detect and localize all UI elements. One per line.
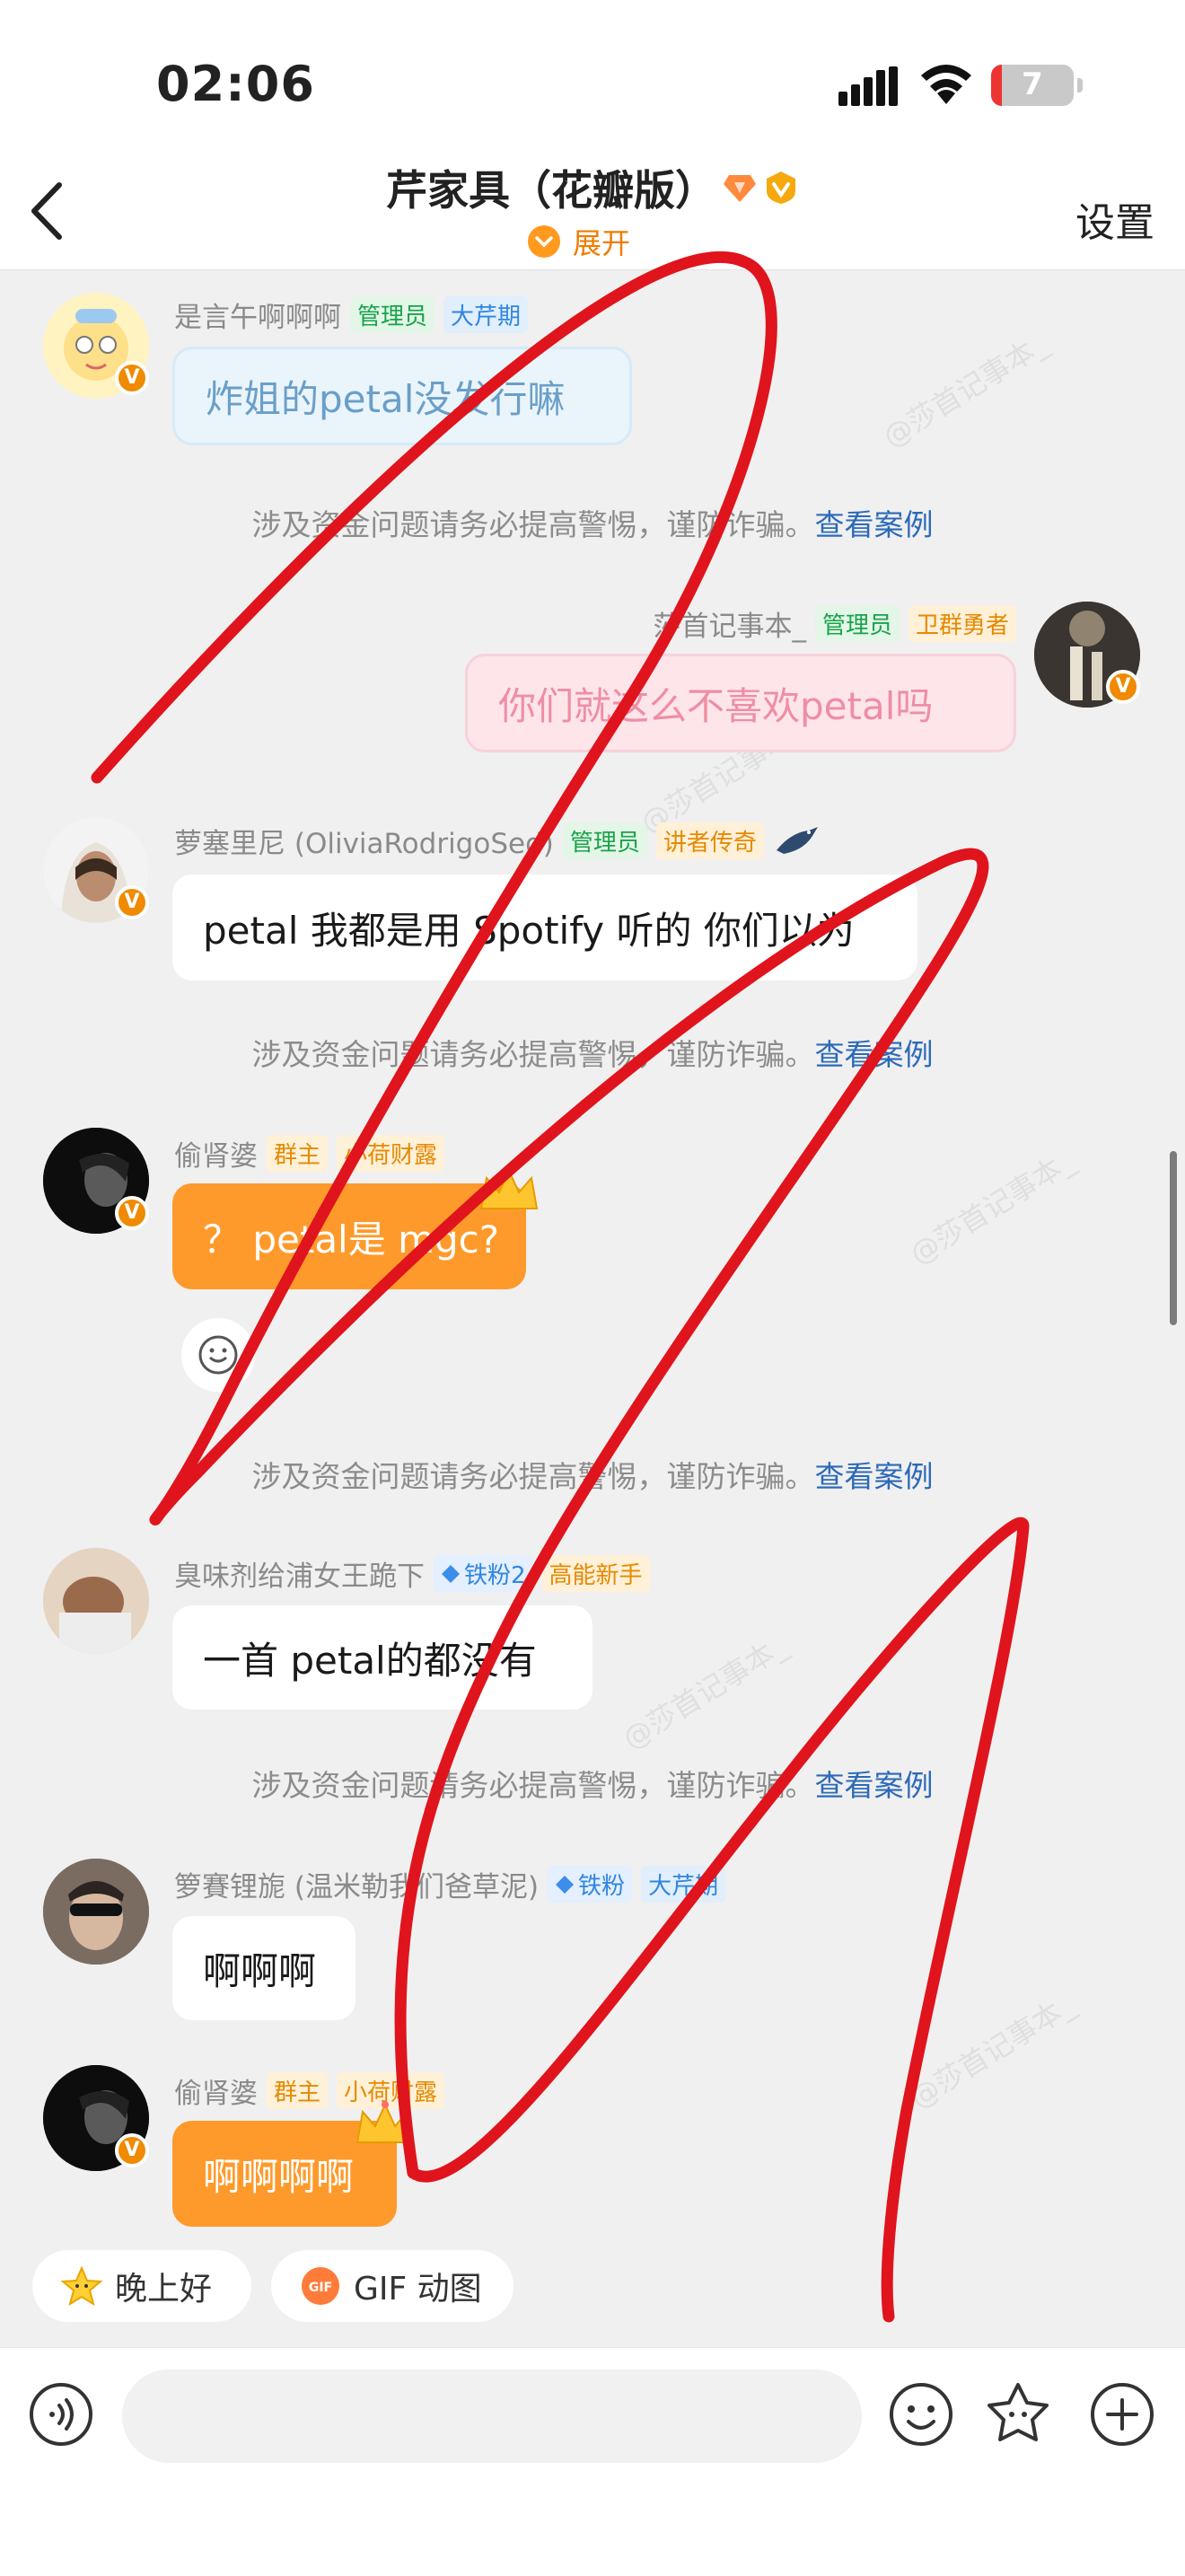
voice-icon[interactable] xyxy=(25,2378,97,2450)
fraud-notice-text: 涉及资金问题请务必提高警惕，谨防诈骗。 xyxy=(251,1037,815,1072)
verified-badge-icon: V xyxy=(115,361,149,395)
chat-area: @莎首记事本_ @莎首记事本_ @莎首记事本_ @莎首记事本_ @莎首记事本_ … xyxy=(0,269,1185,2343)
fraud-notice: 涉及资金问题请务必提高警惕，谨防诈骗。查看案例 xyxy=(0,1762,1185,1805)
avatar[interactable] xyxy=(43,1859,149,1965)
fan-tag-label: 铁粉 xyxy=(578,1873,626,1900)
fraud-notice-text: 涉及资金问题请务必提高警惕，谨防诈骗。 xyxy=(251,507,815,542)
watermark: @莎首记事本_ xyxy=(903,1987,1081,2115)
crown-icon xyxy=(356,2101,415,2143)
bird-icon xyxy=(776,826,818,854)
sender-name: 萝塞里尼 (OliviaRodrigoSed) xyxy=(174,828,554,860)
fan-tag: 铁粉2 xyxy=(434,1555,533,1592)
verified-badge-icon: V xyxy=(115,2133,149,2167)
watermark: @莎首记事本_ xyxy=(903,1143,1081,1271)
message-bubble[interactable]: ？ petal是 mgc? xyxy=(172,1183,526,1289)
vip-badge-icon xyxy=(767,171,795,204)
message-meta: 箩賽锂旎 (温米勒我们爸草泥) 铁粉 大芹期 xyxy=(174,1864,726,1904)
quick-reply-label: GIF 动图 xyxy=(354,2271,482,2308)
role-tag: 管理员 xyxy=(814,605,900,642)
diamond-icon xyxy=(442,1564,460,1583)
battery-indicator: 7 xyxy=(991,65,1083,106)
message-bubble[interactable]: petal 我都是用 Spotify 听的 你们以为 xyxy=(172,875,917,980)
fraud-notice: 涉及资金问题请务必提高警惕，谨防诈骗。查看案例 xyxy=(0,1453,1185,1496)
watermark: @莎首记事本_ xyxy=(876,326,1054,454)
honor-tag: 小荷财露 xyxy=(337,1135,445,1172)
sender-name: 臭味剂给浦女王跪下 xyxy=(174,1561,425,1593)
owner-tag: 群主 xyxy=(267,1135,329,1172)
message-meta: 偷肾婆 群主 小荷财露 xyxy=(174,1133,445,1174)
wifi-icon xyxy=(921,65,971,104)
plus-icon[interactable] xyxy=(1086,2378,1158,2450)
emoji-icon[interactable] xyxy=(885,2378,957,2450)
star-emoji-icon xyxy=(61,2265,102,2307)
back-chevron-icon[interactable] xyxy=(25,180,70,242)
status-bar: 02:06 7 xyxy=(0,0,1185,162)
quick-reply-greeting[interactable]: 晚上好 xyxy=(32,2250,251,2322)
svg-text:GIF: GIF xyxy=(309,2281,332,2295)
view-cases-link[interactable]: 查看案例 xyxy=(815,507,934,542)
view-cases-link[interactable]: 查看案例 xyxy=(815,1037,934,1072)
message-meta: 萝塞里尼 (OliviaRodrigoSed) 管理员 讲者传奇 xyxy=(174,821,820,861)
level-tag: 大芹期 xyxy=(641,1866,726,1903)
level-tag: 大芹期 xyxy=(443,296,529,333)
message-bubble[interactable]: 你们就这么不喜欢petal吗 xyxy=(465,654,1016,752)
sticker-icon[interactable] xyxy=(982,2378,1054,2450)
expand-toggle[interactable]: 展开 xyxy=(528,221,630,262)
avatar[interactable] xyxy=(43,1548,149,1654)
honor-tag: 讲者传奇 xyxy=(655,822,764,859)
expand-label: 展开 xyxy=(573,226,631,260)
diamond-icon xyxy=(556,1875,575,1894)
fraud-notice: 涉及资金问题请务必提高警惕，谨防诈骗。查看案例 xyxy=(0,1031,1185,1074)
chevron-down-icon xyxy=(528,225,560,258)
chat-header: 芹家具（花瓣版） 展开 设置 xyxy=(0,153,1185,270)
status-time: 02:06 xyxy=(156,56,315,112)
signal-icon xyxy=(838,66,898,106)
sender-name: 莎首记事本_ xyxy=(653,611,806,643)
crown-icon xyxy=(479,1167,539,1209)
fraud-notice-text: 涉及资金问题请务必提高警惕，谨防诈骗。 xyxy=(251,1459,815,1494)
quick-reply-gif[interactable]: GIF GIF 动图 xyxy=(271,2250,514,2322)
message-bubble[interactable]: 炸姐的petal没发行嘛 xyxy=(172,347,632,445)
add-reaction-button[interactable] xyxy=(181,1318,255,1392)
reaction-icon xyxy=(198,1335,238,1375)
message-bubble[interactable]: 一首 petal的都没有 xyxy=(172,1605,592,1710)
role-tag: 管理员 xyxy=(350,296,435,333)
quick-reply-label: 晚上好 xyxy=(115,2271,213,2308)
group-title: 芹家具（花瓣版） xyxy=(386,166,716,215)
sender-name: 是言午啊啊啊 xyxy=(174,302,341,334)
owner-tag: 群主 xyxy=(267,2072,329,2109)
fan-tag: 铁粉 xyxy=(548,1866,633,1903)
message-bubble[interactable]: 啊啊啊 xyxy=(172,1916,356,2020)
role-tag: 管理员 xyxy=(562,822,647,859)
verified-badge-icon: V xyxy=(1106,670,1140,704)
gif-icon: GIF xyxy=(302,2267,339,2305)
sender-name: 箩賽锂旎 (温米勒我们爸草泥) xyxy=(174,1871,540,1903)
input-bar xyxy=(0,2347,1185,2576)
fan-tag-label: 铁粉2 xyxy=(464,1562,526,1589)
scrollbar[interactable] xyxy=(1170,1151,1177,1325)
verified-badge-icon: V xyxy=(115,885,149,919)
message-meta: 莎首记事本_ 管理员 卫群勇者 xyxy=(653,603,1016,644)
diamond-icon xyxy=(724,175,756,202)
view-cases-link[interactable]: 查看案例 xyxy=(815,1768,934,1803)
view-cases-link[interactable]: 查看案例 xyxy=(815,1459,934,1494)
fraud-notice: 涉及资金问题请务必提高警惕，谨防诈骗。查看案例 xyxy=(0,501,1185,544)
verified-badge-icon: V xyxy=(115,1196,149,1230)
honor-tag: 高能新手 xyxy=(541,1555,650,1592)
honor-tag: 卫群勇者 xyxy=(908,605,1016,642)
message-input[interactable] xyxy=(122,2369,862,2463)
message-meta: 是言午啊啊啊 管理员 大芹期 xyxy=(174,295,529,335)
sender-name: 偷肾婆 xyxy=(174,1140,258,1173)
battery-level: 7 xyxy=(1022,66,1043,102)
group-title-wrap[interactable]: 芹家具（花瓣版） xyxy=(386,158,799,217)
watermark: @莎首记事本_ xyxy=(616,1628,794,1756)
settings-button[interactable]: 设置 xyxy=(1075,190,1154,248)
sender-name: 偷肾婆 xyxy=(174,2078,258,2110)
fraud-notice-text: 涉及资金问题请务必提高警惕，谨防诈骗。 xyxy=(251,1768,815,1803)
message-meta: 臭味剂给浦女王跪下 铁粉2 高能新手 xyxy=(174,1553,650,1594)
